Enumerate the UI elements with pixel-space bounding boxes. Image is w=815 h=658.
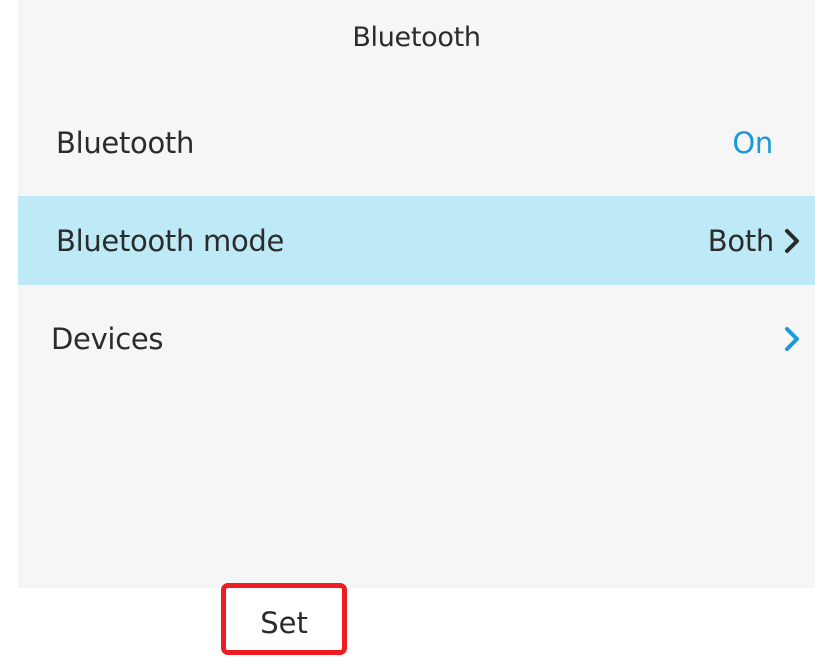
bluetooth-status-value: On (732, 125, 773, 160)
phone-screen: Bluetooth Bluetooth On Bluetooth mode Bo… (18, 0, 815, 588)
set-softkey-button[interactable]: Set (221, 583, 347, 655)
menu-item-devices[interactable]: Devices (18, 294, 815, 383)
menu-item-bluetooth-mode[interactable]: Bluetooth mode Both (18, 196, 815, 285)
chevron-right-icon (785, 228, 799, 253)
menu-item-label: Devices (51, 321, 164, 356)
menu-item-label: Bluetooth (56, 125, 195, 160)
bluetooth-mode-value: Both (707, 223, 775, 258)
menu-item-label: Bluetooth mode (56, 223, 285, 258)
menu-item-bluetooth[interactable]: Bluetooth On (18, 98, 815, 187)
page-title: Bluetooth (352, 22, 481, 53)
softkey-bar (0, 588, 815, 653)
chevron-right-icon (785, 326, 799, 351)
